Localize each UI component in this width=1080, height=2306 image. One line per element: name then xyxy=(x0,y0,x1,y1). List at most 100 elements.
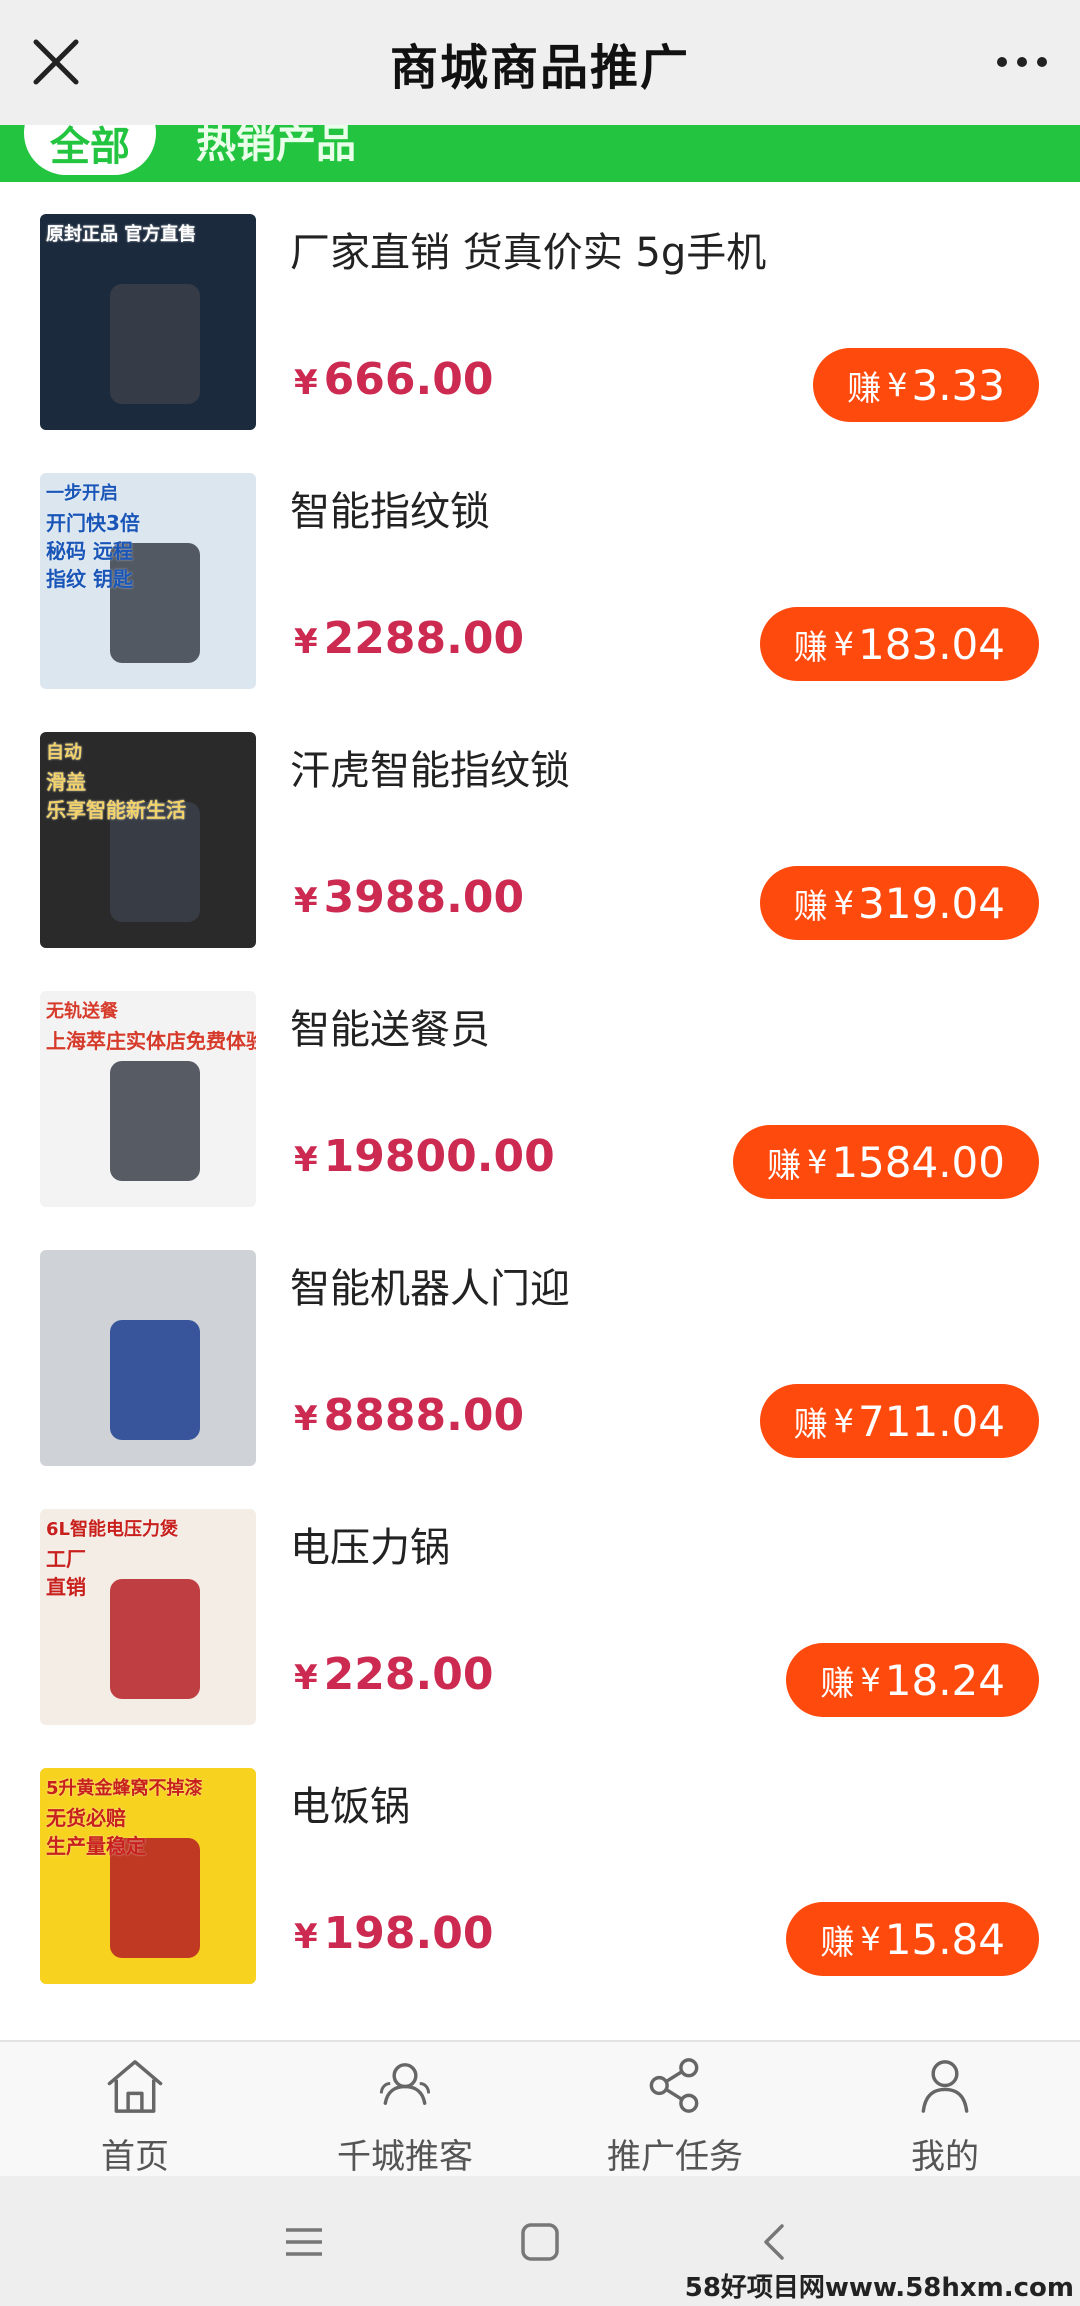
tab-label: 千城推客 xyxy=(337,2137,473,2177)
product-price: ¥8888.00 xyxy=(294,1390,524,1441)
thumbnail-text: 上海萃庄实体店免费体验 xyxy=(46,1029,256,1053)
product-thumbnail[interactable]: 5升黄金蜂窝不掉漆 无货必赔生产量稳定 xyxy=(40,1768,256,1984)
product-name: 电压力锅 xyxy=(290,1525,450,1571)
earn-value: 3.33 xyxy=(911,360,1005,410)
thumbnail-text: 生产量稳定 xyxy=(46,1834,146,1858)
currency-symbol: ¥ xyxy=(833,625,855,663)
earn-label: 赚 xyxy=(793,886,828,927)
earn-label: 赚 xyxy=(847,368,882,409)
currency-symbol: ¥ xyxy=(833,884,855,922)
thumbnail-text: 开门快3倍 xyxy=(46,511,140,535)
tab-label: 推广任务 xyxy=(607,2137,743,2177)
price-value: 2288.00 xyxy=(323,613,525,664)
back-icon[interactable] xyxy=(752,2218,800,2266)
thumbnail-text: 秘码 远程 xyxy=(46,539,133,563)
product-name: 智能机器人门迎 xyxy=(290,1266,570,1312)
earn-value: 183.04 xyxy=(858,619,1005,669)
users-icon xyxy=(379,2063,431,2105)
list-item[interactable]: 无轨送餐 上海萃庄实体店免费体验 智能送餐员 ¥19800.00 赚 ¥1584.00 xyxy=(0,959,1080,1218)
tab-promoters[interactable]: 千城推客 xyxy=(270,2042,540,2178)
earn-value: 18.24 xyxy=(884,1655,1005,1705)
currency-symbol: ¥ xyxy=(294,1917,318,1957)
more-dots-icon[interactable] xyxy=(992,40,1052,84)
earn-value: 711.04 xyxy=(858,1396,1005,1446)
tab-tasks[interactable]: 推广任务 xyxy=(540,2042,810,2178)
price-value: 8888.00 xyxy=(323,1390,525,1441)
currency-symbol: ¥ xyxy=(833,1402,855,1440)
product-thumbnail[interactable]: 一步开启开门快3倍秘码 远程指纹 钥匙 xyxy=(40,473,256,689)
currency-symbol: ¥ xyxy=(294,1399,318,1439)
thumbnail-text: 无货必赔 xyxy=(46,1806,126,1830)
category-tab-hot[interactable]: 热销产品 xyxy=(196,125,356,169)
tab-label: 首页 xyxy=(101,2137,169,2177)
product-name: 智能指纹锁 xyxy=(290,489,490,535)
price-value: 198.00 xyxy=(323,1908,494,1959)
earn-commission-button[interactable]: 赚 ¥15.84 xyxy=(786,1902,1039,1976)
currency-symbol: ¥ xyxy=(860,1920,881,1958)
earn-value: 319.04 xyxy=(858,878,1005,928)
product-thumbnail[interactable] xyxy=(40,1250,256,1466)
product-price: ¥666.00 xyxy=(294,354,493,405)
list-item[interactable]: 6L智能电压力煲 工厂 直销 电压力锅 ¥228.00 赚 ¥18.24 xyxy=(0,1477,1080,1736)
currency-symbol: ¥ xyxy=(806,1143,828,1181)
list-item[interactable]: 一步开启 开门快3倍 秘码 远程 指纹 钥匙 智能指纹锁 ¥2288.00 赚 ¥183.04 xyxy=(0,441,1080,700)
earn-label: 赚 xyxy=(820,1663,855,1704)
earn-commission-button[interactable]: 赚 ¥183.04 xyxy=(759,607,1039,681)
list-item[interactable]: 5升黄金蜂窝不掉漆 无货必赔 生产量稳定 电饭锅 ¥198.00 赚 ¥15.84 xyxy=(0,1736,1080,1995)
page-title: 商城商品推广 xyxy=(389,39,690,96)
product-thumbnail[interactable]: 原封正品 官方直售 xyxy=(40,214,256,430)
watermark: 58好项目网www.58hxm.com xyxy=(684,2273,1074,2303)
thumbnail-text: 一步开启 xyxy=(46,483,118,504)
price-value: 3988.00 xyxy=(323,872,525,923)
currency-symbol: ¥ xyxy=(294,1140,318,1180)
thumbnail-text: 直销 xyxy=(46,1575,86,1599)
price-value: 666.00 xyxy=(323,354,494,405)
earn-commission-button[interactable]: 赚 ¥1584.00 xyxy=(732,1125,1039,1199)
thumbnail-text: 滑盖 xyxy=(46,770,86,794)
product-name: 汗虎智能指纹锁 xyxy=(290,748,570,794)
currency-symbol: ¥ xyxy=(294,1658,318,1698)
menu-icon[interactable] xyxy=(280,2218,328,2266)
earn-commission-button[interactable]: 赚 ¥3.33 xyxy=(813,348,1039,422)
person-icon xyxy=(921,2060,969,2113)
currency-symbol: ¥ xyxy=(860,1661,881,1699)
product-price: ¥198.00 xyxy=(294,1908,493,1959)
product-thumbnail[interactable]: 自动 滑盖 乐享智能新生活 xyxy=(40,732,256,948)
currency-symbol: ¥ xyxy=(294,881,318,921)
list-item[interactable]: 原封正品 官方直售 厂家直销 货真价实 5g手机 ¥666.00 赚 ¥3.33 xyxy=(0,182,1080,441)
earn-label: 赚 xyxy=(820,1922,855,1963)
system-nav-bar: 58好项目网www.58hxm.com xyxy=(0,2176,1080,2306)
category-bar: 全部 热销产品 xyxy=(0,125,1080,182)
earn-label: 赚 xyxy=(793,627,828,668)
product-price: ¥228.00 xyxy=(294,1649,493,1700)
title-bar: 商城商品推广 xyxy=(0,0,1080,125)
list-item[interactable]: 智能机器人门迎 ¥8888.00 赚 ¥711.04 xyxy=(0,1218,1080,1477)
thumbnail-text: 乐享智能新生活 xyxy=(46,798,186,822)
earn-commission-button[interactable]: 赚 ¥711.04 xyxy=(759,1384,1039,1458)
bottom-tab-bar: 首页 千城推客 推广任务 我的 xyxy=(0,2040,1080,2178)
product-thumbnail[interactable]: 6L智能电压力煲 工厂 直销 xyxy=(40,1509,256,1725)
thumbnail-text: 原封正品 官方直售 xyxy=(46,224,197,245)
thumbnail-text: 5升黄金蜂窝不掉漆 xyxy=(46,1778,203,1799)
price-value: 228.00 xyxy=(323,1649,494,1700)
thumbnail-text: 6L智能电压力煲 xyxy=(46,1519,178,1540)
product-name: 电饭锅 xyxy=(290,1784,410,1830)
list-item[interactable]: 自动 滑盖 乐享智能新生活 汗虎智能指纹锁 ¥3988.00 赚 ¥319.04 xyxy=(0,700,1080,959)
earn-value: 15.84 xyxy=(884,1914,1005,1964)
earn-commission-button[interactable]: 赚 ¥18.24 xyxy=(786,1643,1039,1717)
currency-symbol: ¥ xyxy=(887,366,908,404)
thumbnail-text: 指纹 钥匙 xyxy=(46,567,133,591)
close-icon[interactable] xyxy=(30,36,82,88)
category-tab-label: 全部 xyxy=(50,125,130,170)
product-name: 智能送餐员 xyxy=(290,1007,490,1053)
earn-commission-button[interactable]: 赚 ¥319.04 xyxy=(759,866,1039,940)
product-thumbnail[interactable]: 无轨送餐 上海萃庄实体店免费体验 xyxy=(40,991,256,1207)
square-home-icon[interactable] xyxy=(516,2218,564,2266)
share-icon xyxy=(649,2058,699,2113)
product-price: ¥3988.00 xyxy=(294,872,524,923)
product-name: 厂家直销 货真价实 5g手机 xyxy=(290,230,767,276)
category-tab-active[interactable]: 全部 xyxy=(24,125,156,175)
tab-home[interactable]: 首页 xyxy=(0,2042,270,2178)
currency-symbol: ¥ xyxy=(294,622,318,662)
tab-mine[interactable]: 我的 xyxy=(810,2042,1080,2178)
